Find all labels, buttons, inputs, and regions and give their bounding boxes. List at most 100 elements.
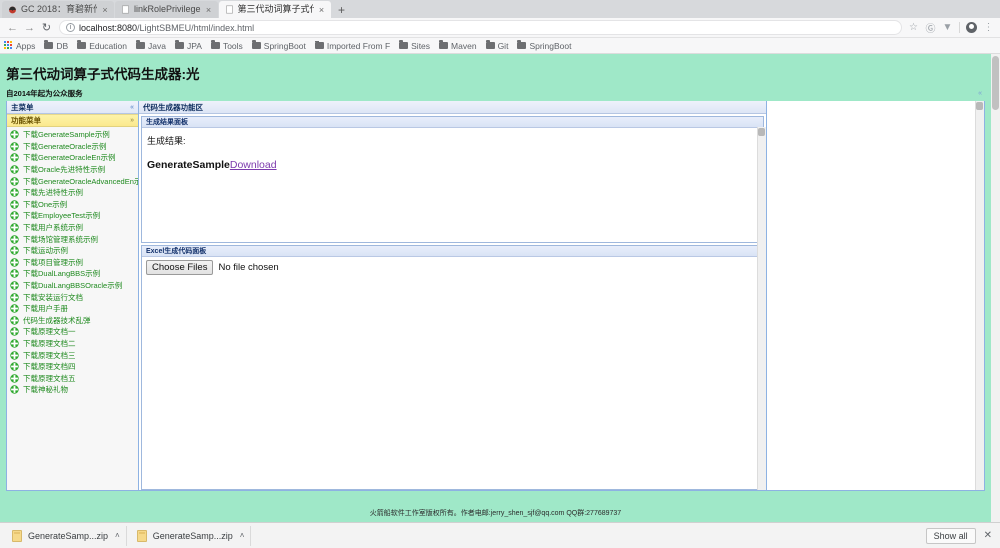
sidebar-menu-item[interactable]: 下载场馆管理系统示例 — [7, 233, 138, 245]
sidebar-menu-item[interactable]: 下载DualLangBBSOracle示例 — [7, 280, 138, 292]
new-tab-button[interactable]: + — [332, 1, 352, 18]
bookmark-label: SpringBoot — [263, 40, 306, 51]
center-panel-header: 代码生成器功能区 — [139, 101, 766, 114]
download-item-2[interactable]: GenerateSamp...zip ˄ — [131, 525, 252, 546]
sidebar-function-menu-label: 功能菜单 — [11, 116, 41, 125]
east-panel: « — [767, 90, 985, 491]
sidebar-menu-item-label: 下载运动示例 — [23, 246, 68, 256]
bookmark-sites[interactable]: Sites — [399, 40, 430, 51]
sidebar-panel: 主菜单 « 功能菜单 » 下载GenerateSample示例 下载Generat… — [6, 101, 139, 491]
tab-close-icon[interactable]: × — [317, 5, 327, 15]
bookmark-springboot-1[interactable]: SpringBoot — [251, 40, 306, 51]
sidebar-menu-item[interactable]: 下载Oracle先进特性示例 — [7, 164, 138, 176]
sidebar-menu-item[interactable]: 下载原理文档三 — [7, 349, 138, 361]
menu-kebab-icon[interactable]: ⋮ — [981, 20, 996, 35]
sidebar-menu-item[interactable]: 下载GenerateOracleEn示例 — [7, 152, 138, 164]
apps-grid-icon — [4, 41, 13, 50]
download-item-1[interactable]: GenerateSamp...zip ˄ — [6, 525, 127, 546]
bookmark-imported-from[interactable]: Imported From F — [314, 40, 390, 51]
bookmark-db[interactable]: DB — [44, 40, 69, 51]
bookmark-tools[interactable]: Tools — [210, 40, 243, 51]
sidebar-menu-item-label: 下载GenerateSample示例 — [23, 130, 110, 140]
sidebar-menu-item[interactable]: 下载用户手册 — [7, 303, 138, 315]
sidebar-menu-item[interactable]: 下载GenerateOracle示例 — [7, 141, 138, 153]
tab-close-icon[interactable]: × — [100, 5, 110, 15]
sidebar-menu-item[interactable]: 下载安装运行文档 — [7, 291, 138, 303]
east-scrollbar[interactable] — [975, 101, 984, 490]
bookmark-maven[interactable]: Maven — [439, 40, 477, 51]
browser-tab-2[interactable]: linkRolePrivilege × — [115, 1, 218, 18]
result-panel-header: 生成结果面板 — [142, 117, 763, 128]
back-icon[interactable]: ← — [4, 19, 21, 36]
folder-icon — [77, 40, 87, 49]
chevron-up-icon[interactable]: ˄ — [240, 531, 245, 540]
sidebar-menu-item[interactable]: 下载原理文档一 — [7, 326, 138, 338]
chevron-up-icon[interactable]: ˄ — [115, 531, 120, 540]
sidebar-menu-item[interactable]: 下载GenerateOracleAdvancedEn示例 — [7, 175, 138, 187]
bookmark-jpa[interactable]: JPA — [174, 40, 202, 51]
center-body: 生成结果面板 生成结果: GenerateSampleDownload Exce… — [139, 114, 766, 490]
sidebar-menu-item[interactable]: 下载原理文档二 — [7, 338, 138, 350]
download-filename: GenerateSamp...zip — [28, 530, 109, 541]
center-scrollbar[interactable] — [757, 127, 766, 490]
sidebar-function-menu-header[interactable]: 功能菜单 » — [7, 114, 138, 127]
toolbar-divider — [959, 22, 960, 33]
page-scrollbar-thumb[interactable] — [992, 56, 999, 110]
sidebar-menu-item[interactable]: 下载项目管理示例 — [7, 257, 138, 269]
bookmark-label: DB — [56, 40, 69, 51]
page-viewport: 第三代动词算子式代码生成器:光 自2014年起为公众服务 主菜单 « 功能菜单 … — [0, 54, 1000, 522]
center-scrollbar-thumb[interactable] — [758, 128, 765, 136]
page-subtitle: 自2014年起为公众服务 — [6, 89, 83, 98]
sidebar-menu-item[interactable]: 下载原理文档四 — [7, 361, 138, 373]
plus-circle-icon — [10, 269, 19, 279]
address-bar[interactable]: i localhost:8080/LightSBMEU/html/index.h… — [59, 20, 902, 35]
bookmark-star-icon[interactable]: ☆ — [906, 20, 921, 35]
sidebar-menu-item[interactable]: 下载DualLangBBS示例 — [7, 268, 138, 280]
sidebar-menu-item[interactable]: 下载GenerateSample示例 — [7, 129, 138, 141]
bookmark-education[interactable]: Education — [77, 40, 127, 51]
bookmark-git[interactable]: Git — [485, 40, 508, 51]
extension-icon[interactable]: Ⓖ — [923, 20, 938, 35]
download-link[interactable]: Download — [230, 159, 277, 171]
sidebar-menu-item-label: 下载原理文档一 — [23, 327, 76, 337]
choose-files-button[interactable]: Choose Files — [146, 260, 214, 275]
tab-close-icon[interactable]: × — [204, 5, 214, 15]
chevron-collapse-icon[interactable]: « — [130, 104, 134, 111]
east-scrollbar-thumb[interactable] — [976, 102, 983, 110]
browser-tab-1[interactable]: GC 2018：育碧新作《纪元 × — [2, 1, 114, 18]
close-shelf-icon[interactable]: ✕ — [984, 530, 994, 541]
center-scroll-region: 生成结果面板 生成结果: GenerateSampleDownload Exce… — [139, 114, 766, 490]
sidebar-main-menu-header[interactable]: 主菜单 « — [7, 101, 138, 114]
site-info-icon[interactable]: i — [66, 23, 75, 32]
sidebar-menu-item[interactable]: 下载One示例 — [7, 199, 138, 211]
sidebar-menu-item[interactable]: 代码生成器技术乱弹 — [7, 315, 138, 327]
east-collapse-chevron-icon[interactable]: « — [978, 90, 982, 97]
tab-title: linkRolePrivilege — [134, 4, 201, 14]
page-scrollbar[interactable] — [991, 54, 1000, 522]
bookmark-springboot-2[interactable]: SpringBoot — [517, 40, 572, 51]
sidebar-menu-item[interactable]: 下载运动示例 — [7, 245, 138, 257]
bookmark-java[interactable]: Java — [136, 40, 166, 51]
show-all-button[interactable]: Show all — [925, 527, 976, 544]
sidebar-menu-item[interactable]: 下载EmployeeTest示例 — [7, 210, 138, 222]
forward-icon[interactable]: → — [21, 19, 38, 36]
folder-icon — [44, 40, 54, 49]
sidebar-menu-item[interactable]: 下载原理文档五 — [7, 372, 138, 384]
plus-circle-icon — [10, 350, 19, 360]
tab-title: GC 2018：育碧新作《纪元 — [21, 4, 97, 14]
browser-tab-3[interactable]: 第三代动词算子式代码生 × — [218, 1, 331, 18]
sidebar-menu-item-label: 下载EmployeeTest示例 — [23, 211, 101, 221]
bookmark-apps[interactable]: Apps — [4, 41, 35, 51]
sidebar-menu-item-label: 下载原理文档五 — [23, 373, 76, 383]
profile-avatar-icon[interactable] — [964, 20, 979, 35]
tab-strip: GC 2018：育碧新作《纪元 × linkRolePrivilege × 第三… — [0, 0, 1000, 18]
chevron-expand-icon[interactable]: » — [130, 117, 134, 124]
sidebar-menu-item[interactable]: 下载用户系统示例 — [7, 222, 138, 234]
sidebar-menu-item-label: 下载Oracle先进特性示例 — [23, 165, 106, 175]
sidebar-menu-item[interactable]: 下载先进特性示例 — [7, 187, 138, 199]
bookmarks-bar: Apps DB Education Java JPA Tools SpringB… — [0, 38, 1000, 54]
sidebar-menu-item[interactable]: 下载神秘礼物 — [7, 384, 138, 396]
reload-icon[interactable]: ↻ — [38, 19, 55, 36]
plus-circle-icon — [10, 188, 19, 197]
filter-icon[interactable]: ▼ — [940, 20, 955, 35]
